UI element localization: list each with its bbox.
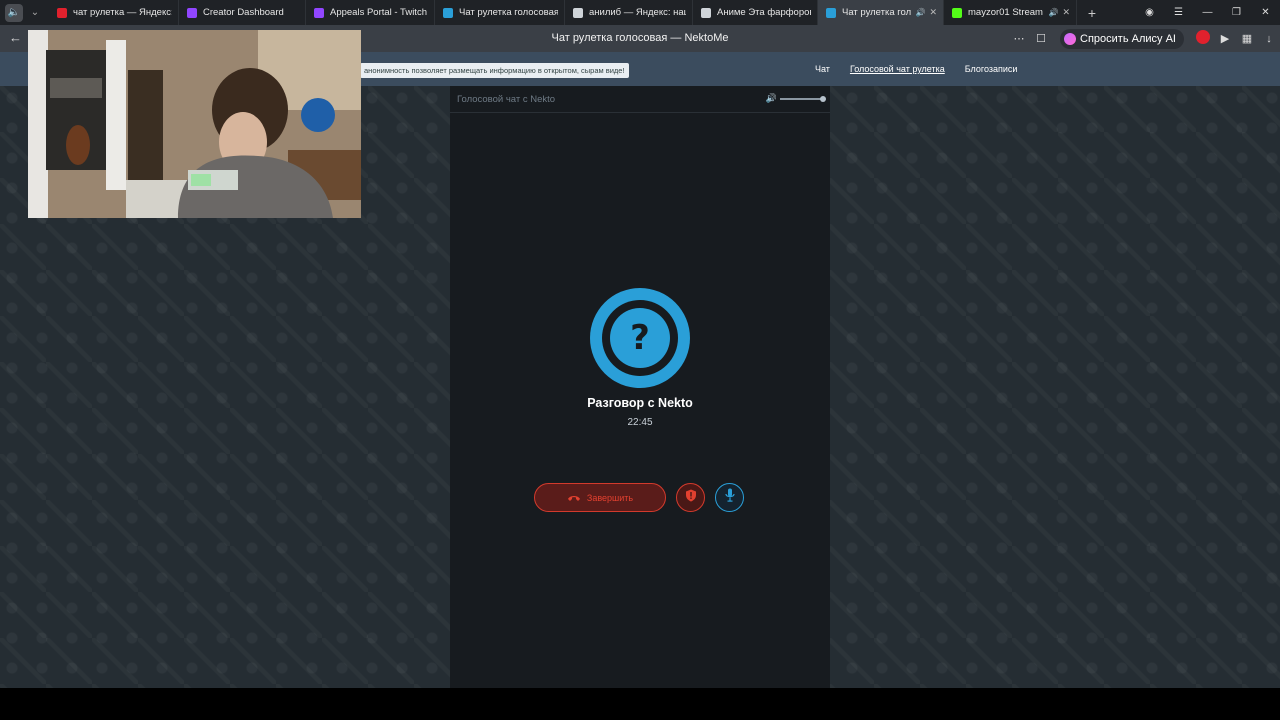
twitch-icon	[187, 7, 197, 18]
browser-tab[interactable]: чат рулетка — Яндекс: н	[49, 0, 179, 25]
tab-label: Аниме Эта фарфоровая	[717, 7, 811, 18]
nav-link[interactable]: Блогозаписи	[965, 64, 1018, 74]
panel-header: Голосовой чат с Nekto 🔊	[450, 86, 830, 113]
document-icon	[573, 7, 583, 18]
volume-slider[interactable]: 🔊	[765, 93, 826, 104]
download-icon[interactable]: ↓	[1258, 33, 1280, 45]
extension-icon[interactable]	[1192, 30, 1214, 47]
menu-icon[interactable]: ☰	[1164, 7, 1193, 18]
tab-list: чат рулетка — Яндекс: н Creator Dashboard…	[49, 0, 1077, 25]
unknown-user-avatar: ?	[590, 288, 690, 388]
microphone-icon	[724, 488, 735, 507]
browser-tab[interactable]: Чат рулетка голосовая -	[435, 0, 565, 25]
window-controls: ◉ ☰ — ❐ ✕	[1135, 0, 1280, 25]
voice-chat-panel: Голосовой чат с Nekto 🔊 ? Разговор с Nek…	[450, 86, 830, 688]
new-tab-button[interactable]: +	[1083, 4, 1101, 22]
restore-button[interactable]: ❐	[1222, 7, 1251, 18]
media-icon[interactable]: ▶	[1214, 32, 1236, 45]
conversation-title: Разговор с Nekto	[587, 396, 693, 410]
ask-alice-button[interactable]: Спросить Алису AI	[1060, 28, 1184, 49]
nav-link[interactable]: Голосовой чат рулетка	[850, 64, 945, 74]
close-window-button[interactable]: ✕	[1251, 7, 1280, 18]
hang-up-icon	[567, 491, 581, 505]
nekto-icon	[443, 7, 453, 18]
volume-icon: 🔊	[765, 93, 777, 103]
end-call-label: Завершить	[586, 492, 634, 503]
nav-link[interactable]: Чат	[815, 64, 830, 74]
yandex-icon	[57, 7, 67, 18]
kick-icon	[952, 7, 962, 18]
browser-tab-strip: 🔈 ⌄ чат рулетка — Яндекс: н Creator Dashb…	[0, 0, 1280, 25]
tab-label: Чат рулетка голосовая -	[459, 7, 558, 18]
profile-icon[interactable]: ◉	[1135, 7, 1164, 18]
browser-tab[interactable]: mayzor01 Stream 🔊 ✕	[944, 0, 1077, 25]
report-button[interactable]	[676, 483, 705, 512]
browser-tab[interactable]: Аниме Эта фарфоровая	[693, 0, 818, 25]
shield-icon	[685, 489, 697, 507]
bookmark-icon[interactable]: ☐	[1030, 32, 1052, 45]
site-nav: Чат Голосовой чат рулетка Блогозаписи	[815, 64, 1037, 74]
tab-audio-icon[interactable]: 🔊	[915, 8, 925, 17]
tab-label: анилиб — Яндекс: нашл	[589, 7, 686, 18]
close-tab-icon[interactable]: ✕	[1062, 7, 1070, 18]
tab-label: Appeals Portal - Twitch	[330, 7, 427, 18]
speaker-icon[interactable]: 🔈	[5, 3, 23, 22]
ask-alice-label: Спросить Алису AI	[1080, 32, 1176, 45]
question-icon: ?	[610, 308, 670, 368]
collections-icon[interactable]: ▦	[1236, 32, 1258, 45]
end-call-button[interactable]: Завершить	[534, 483, 666, 512]
browser-tab[interactable]: Creator Dashboard	[179, 0, 306, 25]
browser-tab[interactable]: Чат рулетка голос🔊 ✕	[818, 0, 944, 25]
bottom-strip	[0, 688, 1280, 720]
microphone-button[interactable]	[715, 483, 744, 512]
tab-label: Creator Dashboard	[203, 7, 284, 18]
call-timer: 22:45	[627, 417, 653, 428]
tab-label: чат рулетка — Яндекс: н	[73, 7, 172, 18]
chevron-down-icon[interactable]: ⌄	[27, 4, 43, 22]
alice-icon	[1064, 32, 1077, 45]
anime-icon	[701, 7, 711, 18]
nekto-icon	[826, 7, 836, 18]
minimize-button[interactable]: —	[1193, 7, 1222, 18]
close-tab-icon[interactable]: ✕	[929, 7, 937, 18]
tab-audio-icon[interactable]: 🔊	[1048, 8, 1058, 17]
browser-tab[interactable]: Appeals Portal - Twitch	[306, 0, 435, 25]
browser-tab[interactable]: анилиб — Яндекс: нашл	[565, 0, 693, 25]
site-notice: анонимность позволяет размещать информац…	[360, 63, 629, 78]
panel-title: Голосовой чат с Nekto	[457, 94, 556, 105]
address-bar-actions: ⋯ ☐ Спросить Алису AI ▶ ▦ ↓	[1008, 25, 1280, 52]
webcam-overlay	[28, 30, 361, 218]
twitch-icon	[314, 7, 324, 18]
tab-label: Чат рулетка голос	[842, 7, 912, 18]
more-icon[interactable]: ⋯	[1008, 32, 1030, 45]
tab-label: mayzor01 Stream	[968, 7, 1043, 18]
